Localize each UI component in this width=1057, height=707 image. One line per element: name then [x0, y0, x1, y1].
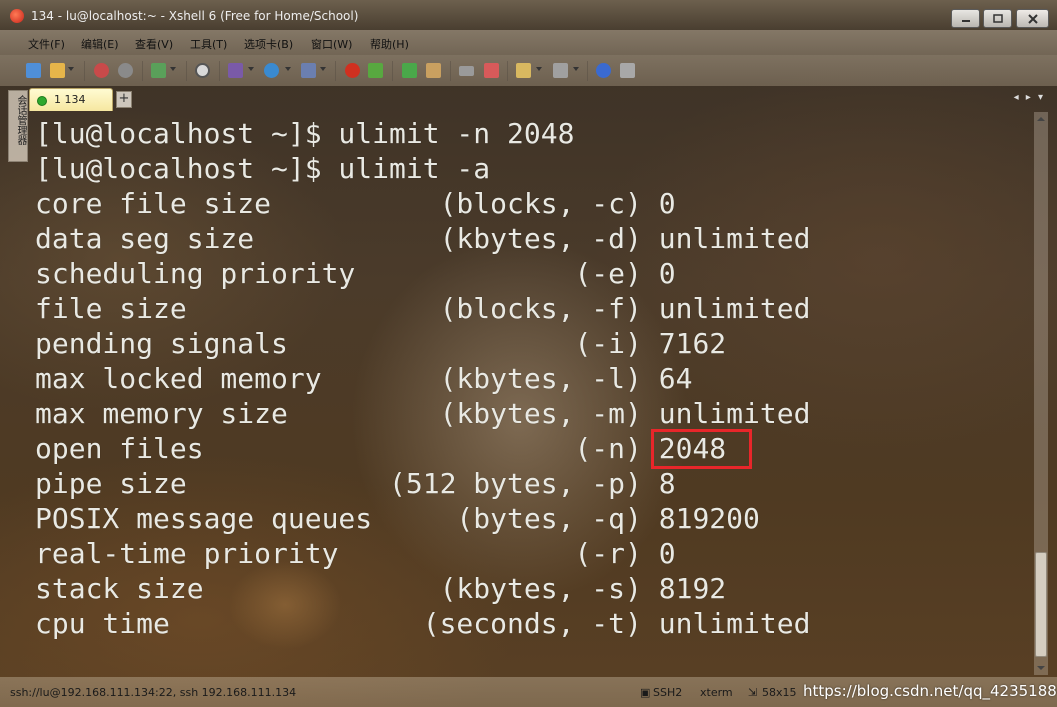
menu-window[interactable]: 窗口(W) — [311, 36, 352, 52]
globe-icon[interactable] — [264, 63, 279, 78]
add-tab-button[interactable]: + — [116, 91, 132, 108]
status-size: 58x15 — [762, 686, 797, 699]
terminal-line: open files (-n) 2048 — [35, 432, 727, 465]
fullscreen-icon[interactable] — [402, 63, 417, 78]
xmanager-icon[interactable] — [368, 63, 383, 78]
close-icon — [1027, 13, 1038, 24]
new-tab-group-icon[interactable] — [516, 63, 531, 78]
menu-edit[interactable]: 编辑(E) — [81, 36, 119, 52]
terminal-line: pending signals (-i) 7162 — [35, 327, 727, 360]
menu-bar: 文件(F) 编辑(E) 查看(V) 工具(T) 选项卡(B) 窗口(W) 帮助(… — [0, 30, 1057, 55]
new-window-icon[interactable] — [151, 63, 166, 78]
session-manager-label: 会话管理器 — [15, 95, 26, 145]
xftp-icon[interactable] — [345, 63, 360, 78]
minimize-icon — [961, 19, 970, 22]
maximize-icon — [992, 14, 1003, 23]
font-icon[interactable] — [301, 63, 316, 78]
scroll-up-icon[interactable] — [1034, 112, 1048, 126]
connected-status-icon — [37, 96, 47, 106]
terminal-line: data seg size (kbytes, -d) unlimited — [35, 222, 811, 255]
menu-file[interactable]: 文件(F) — [28, 36, 65, 52]
scroll-thumb[interactable] — [1035, 552, 1047, 657]
status-protocol: SSH2 — [653, 686, 683, 699]
maximize-button[interactable] — [983, 9, 1012, 28]
lock-icon[interactable] — [426, 63, 441, 78]
close-button[interactable] — [1016, 9, 1049, 28]
terminal-scrollbar[interactable] — [1034, 112, 1048, 675]
terminal-line: file size (blocks, -f) unlimited — [35, 292, 811, 325]
keyboard-icon[interactable] — [459, 66, 474, 76]
connect-icon[interactable] — [94, 63, 109, 78]
session-manager-panel[interactable]: 会话管理器 — [8, 90, 28, 162]
find-icon[interactable] — [195, 63, 210, 78]
chat-icon[interactable] — [620, 63, 635, 78]
xshell-window: 134 - lu@localhost:~ - Xshell 6 (Free fo… — [0, 0, 1057, 707]
menu-help[interactable]: 帮助(H) — [370, 36, 409, 52]
layout-icon[interactable] — [553, 63, 568, 78]
ssh-lock-icon: ▣ — [640, 686, 651, 699]
window-title: 134 - lu@localhost:~ - Xshell 6 (Free fo… — [31, 9, 359, 23]
open-folder-icon[interactable] — [50, 63, 65, 78]
terminal-line: max locked memory (kbytes, -l) 64 — [35, 362, 693, 395]
watermark: https://blog.csdn.net/qq_42351880 — [803, 682, 1057, 700]
terminal-line: core file size (blocks, -c) 0 — [35, 187, 676, 220]
toolbar — [0, 55, 1057, 86]
terminal-line: real-time priority (-r) 0 — [35, 537, 676, 570]
terminal-size-icon: ⇲ — [748, 686, 758, 699]
minimize-button[interactable] — [951, 9, 980, 28]
scroll-down-icon[interactable] — [1034, 661, 1048, 675]
new-session-icon[interactable] — [26, 63, 41, 78]
open-files-highlight-box — [651, 429, 752, 469]
lock-keys-icon[interactable] — [228, 63, 243, 78]
tab-session-134[interactable]: 1 134 — [29, 88, 113, 111]
xshell-logo-icon — [10, 9, 24, 23]
title-bar[interactable]: 134 - lu@localhost:~ - Xshell 6 (Free fo… — [0, 0, 1057, 30]
terminal-line: cpu time (seconds, -t) unlimited — [35, 607, 811, 640]
menu-tools[interactable]: 工具(T) — [190, 36, 227, 52]
tab-navigation[interactable]: ◂ ▸ ▾ — [1014, 92, 1045, 103]
highlight-icon[interactable] — [484, 63, 499, 78]
status-connection: ssh://lu@192.168.111.134:22, ssh 192.168… — [10, 686, 297, 699]
menu-tabs[interactable]: 选项卡(B) — [244, 36, 293, 52]
terminal-area[interactable]: [lu@localhost ~]$ ulimit -n 2048 [lu@loc… — [27, 112, 1034, 675]
status-terminal-type: xterm — [700, 686, 733, 699]
terminal-line: stack size (kbytes, -s) 8192 — [35, 572, 727, 605]
menu-view[interactable]: 查看(V) — [135, 36, 173, 52]
terminal-line: pipe size (512 bytes, -p) 8 — [35, 467, 676, 500]
terminal-line: [lu@localhost ~]$ ulimit -a — [35, 152, 491, 185]
terminal-line: POSIX message queues (bytes, -q) 819200 — [35, 502, 760, 535]
tab-bar: 1 134 + ◂ ▸ ▾ — [29, 88, 1049, 111]
tab-label: 1 134 — [54, 93, 86, 106]
status-bar: ssh://lu@192.168.111.134:22, ssh 192.168… — [0, 677, 1057, 707]
disconnect-icon[interactable] — [118, 63, 133, 78]
help-icon[interactable] — [596, 63, 611, 78]
terminal-line: [lu@localhost ~]$ ulimit -n 2048 — [35, 117, 575, 150]
terminal-line: max memory size (kbytes, -m) unlimited — [35, 397, 811, 430]
terminal-line: scheduling priority (-e) 0 — [35, 257, 676, 290]
